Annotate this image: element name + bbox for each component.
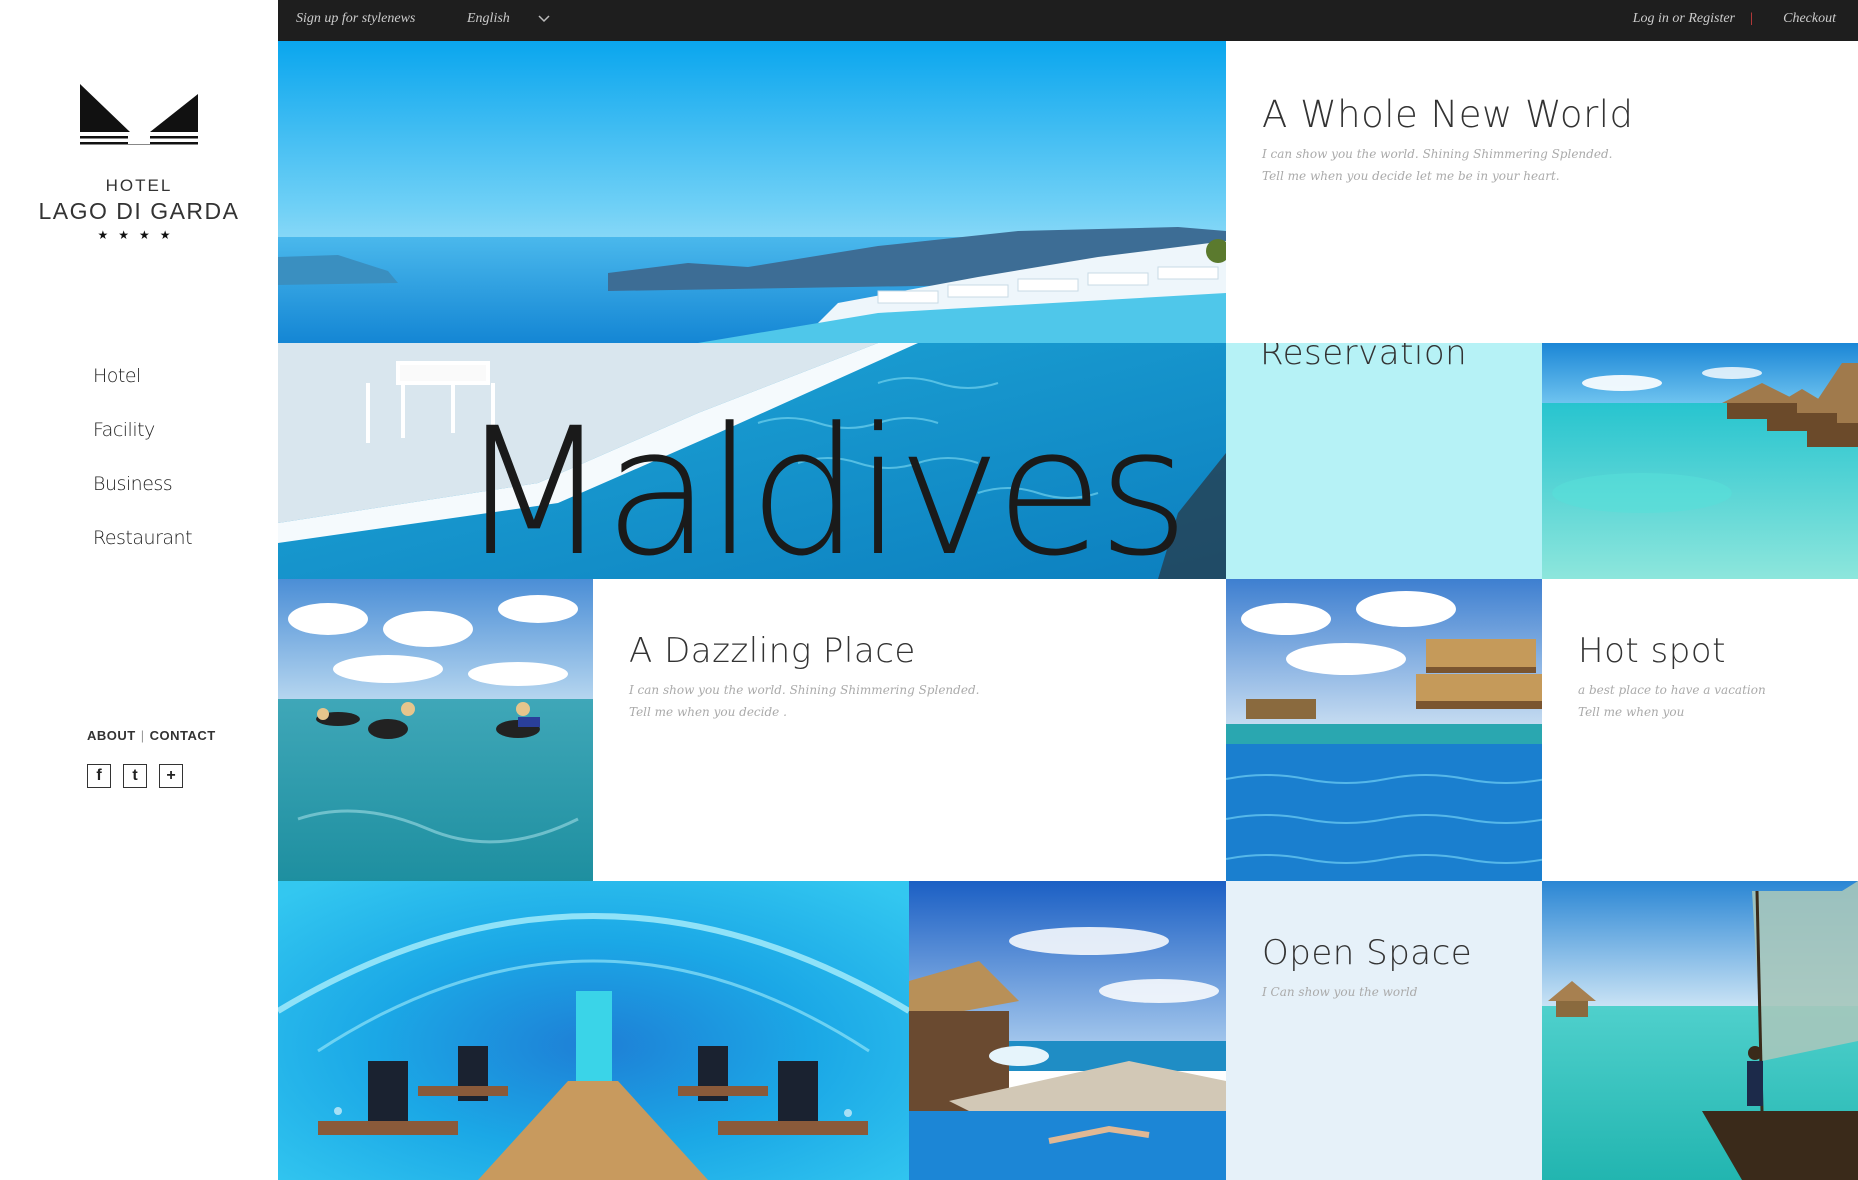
whole-new-world-line2: Tell me when you decide let me be in you…: [1262, 169, 1560, 183]
swimmers-image[interactable]: [278, 579, 593, 881]
dazzling-place-title: A Dazzling Place: [629, 631, 916, 671]
nav-item-hotel[interactable]: Hotel: [93, 362, 192, 416]
top-bar: Sign up for stylenews English Log in or …: [278, 0, 1858, 41]
logo-icon[interactable]: [78, 82, 200, 152]
social-links: f t +: [87, 764, 183, 788]
hot-spot-line2: Tell me when you: [1578, 705, 1685, 719]
whole-new-world-title: A Whole New World: [1262, 93, 1634, 136]
login-register-link[interactable]: Log in or Register: [1633, 11, 1735, 27]
maldives-title: Maldives: [458, 390, 1189, 580]
facebook-icon[interactable]: f: [87, 764, 111, 788]
underwater-restaurant-image[interactable]: [278, 881, 909, 1180]
whole-new-world-line1: I can show you the world. Shining Shimme…: [1262, 147, 1613, 161]
language-select[interactable]: English: [467, 11, 510, 27]
whole-new-world-tile[interactable]: A Whole New World I can show you the wor…: [1226, 41, 1858, 343]
main-nav: Hotel Facility Business Restaurant: [93, 362, 193, 578]
open-space-line1: I Can show you the world: [1262, 985, 1418, 999]
nav-item-business[interactable]: Business: [93, 470, 192, 524]
plus-icon[interactable]: +: [159, 764, 183, 788]
reservation-tile[interactable]: Reservation: [1226, 343, 1542, 579]
open-space-tile[interactable]: Open Space I Can show you the world: [1226, 881, 1542, 1180]
reservation-title: Reservation: [1260, 343, 1468, 373]
logo-stars: ★★★★: [97, 228, 181, 242]
topbar-separator: |: [1750, 11, 1753, 26]
dazzling-place-line2: Tell me when you decide .: [629, 705, 787, 719]
santorini-pool-image[interactable]: [278, 41, 1226, 343]
hot-spot-title: Hot spot: [1578, 631, 1726, 671]
nav-item-restaurant[interactable]: Restaurant: [93, 524, 193, 578]
open-space-title: Open Space: [1262, 933, 1473, 973]
hot-spot-tile[interactable]: Hot spot a best place to have a vacation…: [1542, 579, 1858, 881]
chevron-down-icon[interactable]: [537, 11, 551, 25]
bungalow-lagoon-image[interactable]: [1542, 343, 1858, 579]
sailboat-lagoon-image[interactable]: [1542, 881, 1858, 1180]
contact-link[interactable]: CONTACT: [150, 728, 216, 743]
hot-spot-line1: a best place to have a vacation: [1578, 683, 1766, 697]
infinity-pool-image[interactable]: Maldives: [278, 343, 1226, 579]
logo-hotel-text: HOTEL: [105, 176, 173, 195]
villa-pool-image[interactable]: [909, 881, 1226, 1180]
logo-name-text: LAGO DI GARDA: [38, 198, 240, 224]
sidebar: HOTEL LAGO DI GARDA ★★★★ Hotel Facility …: [0, 0, 278, 1180]
twitter-icon[interactable]: t: [123, 764, 147, 788]
signup-link[interactable]: Sign up for stylenews: [296, 11, 415, 27]
checkout-link[interactable]: Checkout: [1783, 11, 1836, 27]
footer-separator: |: [140, 728, 145, 743]
resort-villa-image[interactable]: [1226, 579, 1542, 881]
dazzling-place-tile[interactable]: A Dazzling Place I can show you the worl…: [593, 579, 1226, 881]
dazzling-place-line1: I can show you the world. Shining Shimme…: [629, 683, 980, 697]
footer-links: ABOUT | CONTACT: [87, 728, 216, 743]
nav-item-facility[interactable]: Facility: [93, 416, 192, 470]
about-link[interactable]: ABOUT: [87, 728, 136, 743]
